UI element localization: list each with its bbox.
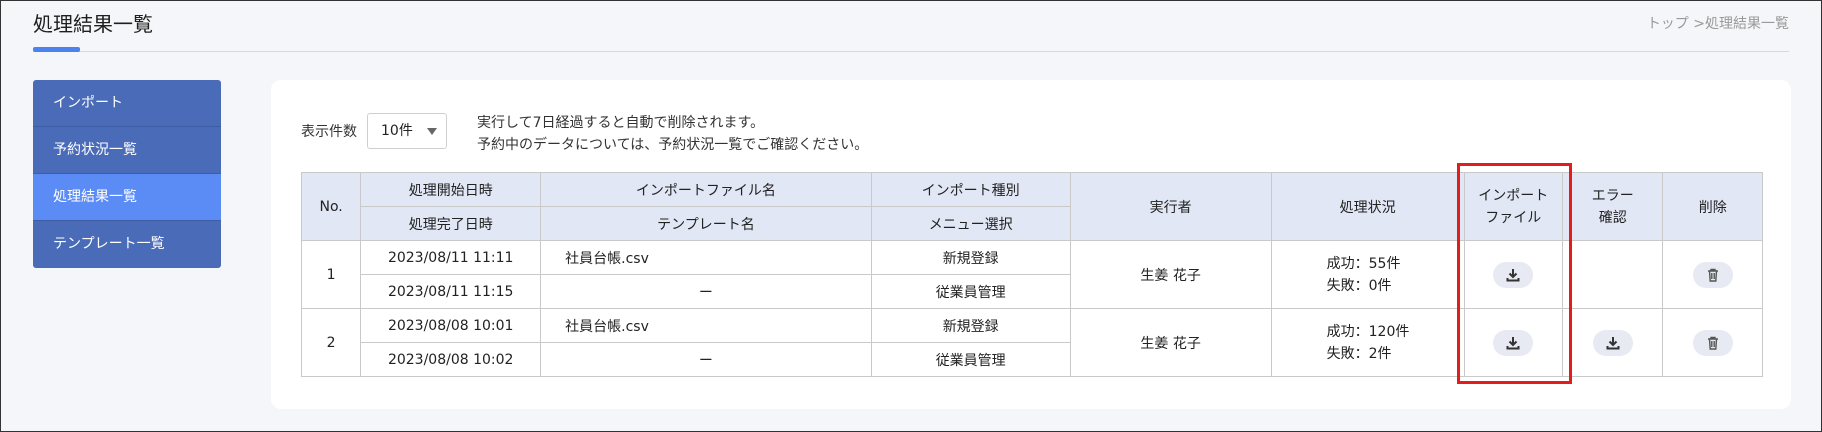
page-title: 処理結果一覧	[33, 12, 153, 36]
header-end: 処理完了日時	[360, 206, 542, 241]
cell-error	[1562, 240, 1664, 309]
header-executor: 実行者	[1069, 172, 1272, 241]
cell-menu: 従業員管理	[870, 342, 1071, 377]
status-fail: 失敗：0件	[1326, 277, 1392, 294]
header-error: エラー 確認	[1562, 172, 1664, 241]
sidebar-item-results[interactable]: 処理結果一覧	[33, 174, 221, 221]
breadcrumb[interactable]: トップ >処理結果一覧	[1647, 13, 1789, 33]
delete-button[interactable]	[1692, 261, 1733, 288]
cell-end: 2023/08/08 10:02	[360, 342, 542, 377]
cell-type: 新規登録	[870, 240, 1071, 275]
cell-status: 成功：55件 失敗：0件	[1270, 240, 1465, 309]
delete-button[interactable]	[1692, 329, 1733, 356]
header-status: 処理状況	[1270, 172, 1465, 241]
cell-delete	[1662, 308, 1763, 377]
display-count-select[interactable]: 10件	[367, 113, 447, 149]
trash-icon	[1707, 336, 1718, 350]
download-error-button[interactable]	[1592, 329, 1633, 356]
cell-template: ー	[540, 274, 872, 309]
download-icon	[1506, 336, 1520, 349]
notice-line-1: 実行して7日経過すると自動で削除されます。	[477, 115, 765, 131]
header-file: インポートファイル名	[540, 172, 872, 207]
notice-line-2: 予約中のデータについては、予約状況一覧でご確認ください。	[477, 137, 869, 153]
cell-import-file	[1463, 308, 1564, 377]
header-no: No.	[300, 172, 362, 241]
results-card: 表示件数 10件 実行して7日経過すると自動で削除されます。 予約中のデータにつ…	[271, 80, 1791, 409]
retention-notice: 実行して7日経過すると自動で削除されます。 予約中のデータについては、予約状況一…	[477, 112, 868, 156]
cell-file: 社員台帳.csv	[540, 308, 872, 343]
title-underline	[33, 47, 80, 52]
cell-type: 新規登録	[870, 308, 1071, 343]
trash-icon	[1707, 268, 1718, 282]
table-row: 2 2023/08/08 10:01 社員台帳.csv 新規登録 生姜 花子 成…	[300, 308, 1763, 377]
sidebar-item-reservation-status[interactable]: 予約状況一覧	[33, 127, 221, 174]
header-import-file: インポート ファイル	[1463, 172, 1564, 241]
cell-no: 2	[300, 308, 362, 377]
header-error-line1: エラー	[1591, 187, 1634, 204]
display-count-row: 表示件数 10件	[301, 113, 447, 149]
status-success: 成功：120件	[1326, 323, 1410, 340]
header-import-file-line2: ファイル	[1485, 209, 1542, 226]
display-count-label: 表示件数	[301, 124, 357, 140]
cell-start: 2023/08/11 11:11	[360, 240, 542, 275]
header-start: 処理開始日時	[360, 172, 542, 207]
sidebar: インポート 予約状況一覧 処理結果一覧 テンプレート一覧	[33, 80, 221, 268]
header-template: テンプレート名	[540, 206, 872, 241]
download-import-file-button[interactable]	[1493, 329, 1534, 356]
sidebar-item-templates[interactable]: テンプレート一覧	[33, 221, 221, 268]
header-import-file-line1: インポート	[1478, 187, 1549, 204]
cell-menu: 従業員管理	[870, 274, 1071, 309]
header-delete: 削除	[1662, 172, 1763, 241]
cell-executor: 生姜 花子	[1069, 240, 1272, 309]
download-import-file-button[interactable]	[1493, 261, 1534, 288]
cell-executor: 生姜 花子	[1069, 308, 1272, 377]
cell-status: 成功：120件 失敗：2件	[1270, 308, 1465, 377]
header-error-line2: 確認	[1598, 209, 1627, 226]
page-header: 処理結果一覧 トップ >処理結果一覧	[33, 0, 1789, 52]
cell-template: ー	[540, 342, 872, 377]
cell-end: 2023/08/11 11:15	[360, 274, 542, 309]
cell-no: 1	[300, 240, 362, 309]
cell-delete	[1662, 240, 1763, 309]
cell-import-file	[1463, 240, 1564, 309]
status-success: 成功：55件	[1326, 255, 1401, 272]
sidebar-item-import[interactable]: インポート	[33, 80, 221, 127]
table-row: 1 2023/08/11 11:11 社員台帳.csv 新規登録 生姜 花子 成…	[300, 240, 1763, 309]
download-icon	[1606, 336, 1620, 349]
cell-start: 2023/08/08 10:01	[360, 308, 542, 343]
results-table: No. 処理開始日時 インポートファイル名 インポート種別 実行者 処理状況 イ…	[300, 172, 1763, 377]
header-type: インポート種別	[870, 172, 1071, 207]
cell-error	[1562, 308, 1664, 377]
cell-file: 社員台帳.csv	[540, 240, 872, 275]
chevron-down-icon	[427, 128, 437, 135]
header-menu: メニュー選択	[870, 206, 1071, 241]
download-icon	[1506, 268, 1520, 281]
status-fail: 失敗：2件	[1326, 345, 1392, 362]
display-count-value: 10件	[381, 123, 413, 139]
